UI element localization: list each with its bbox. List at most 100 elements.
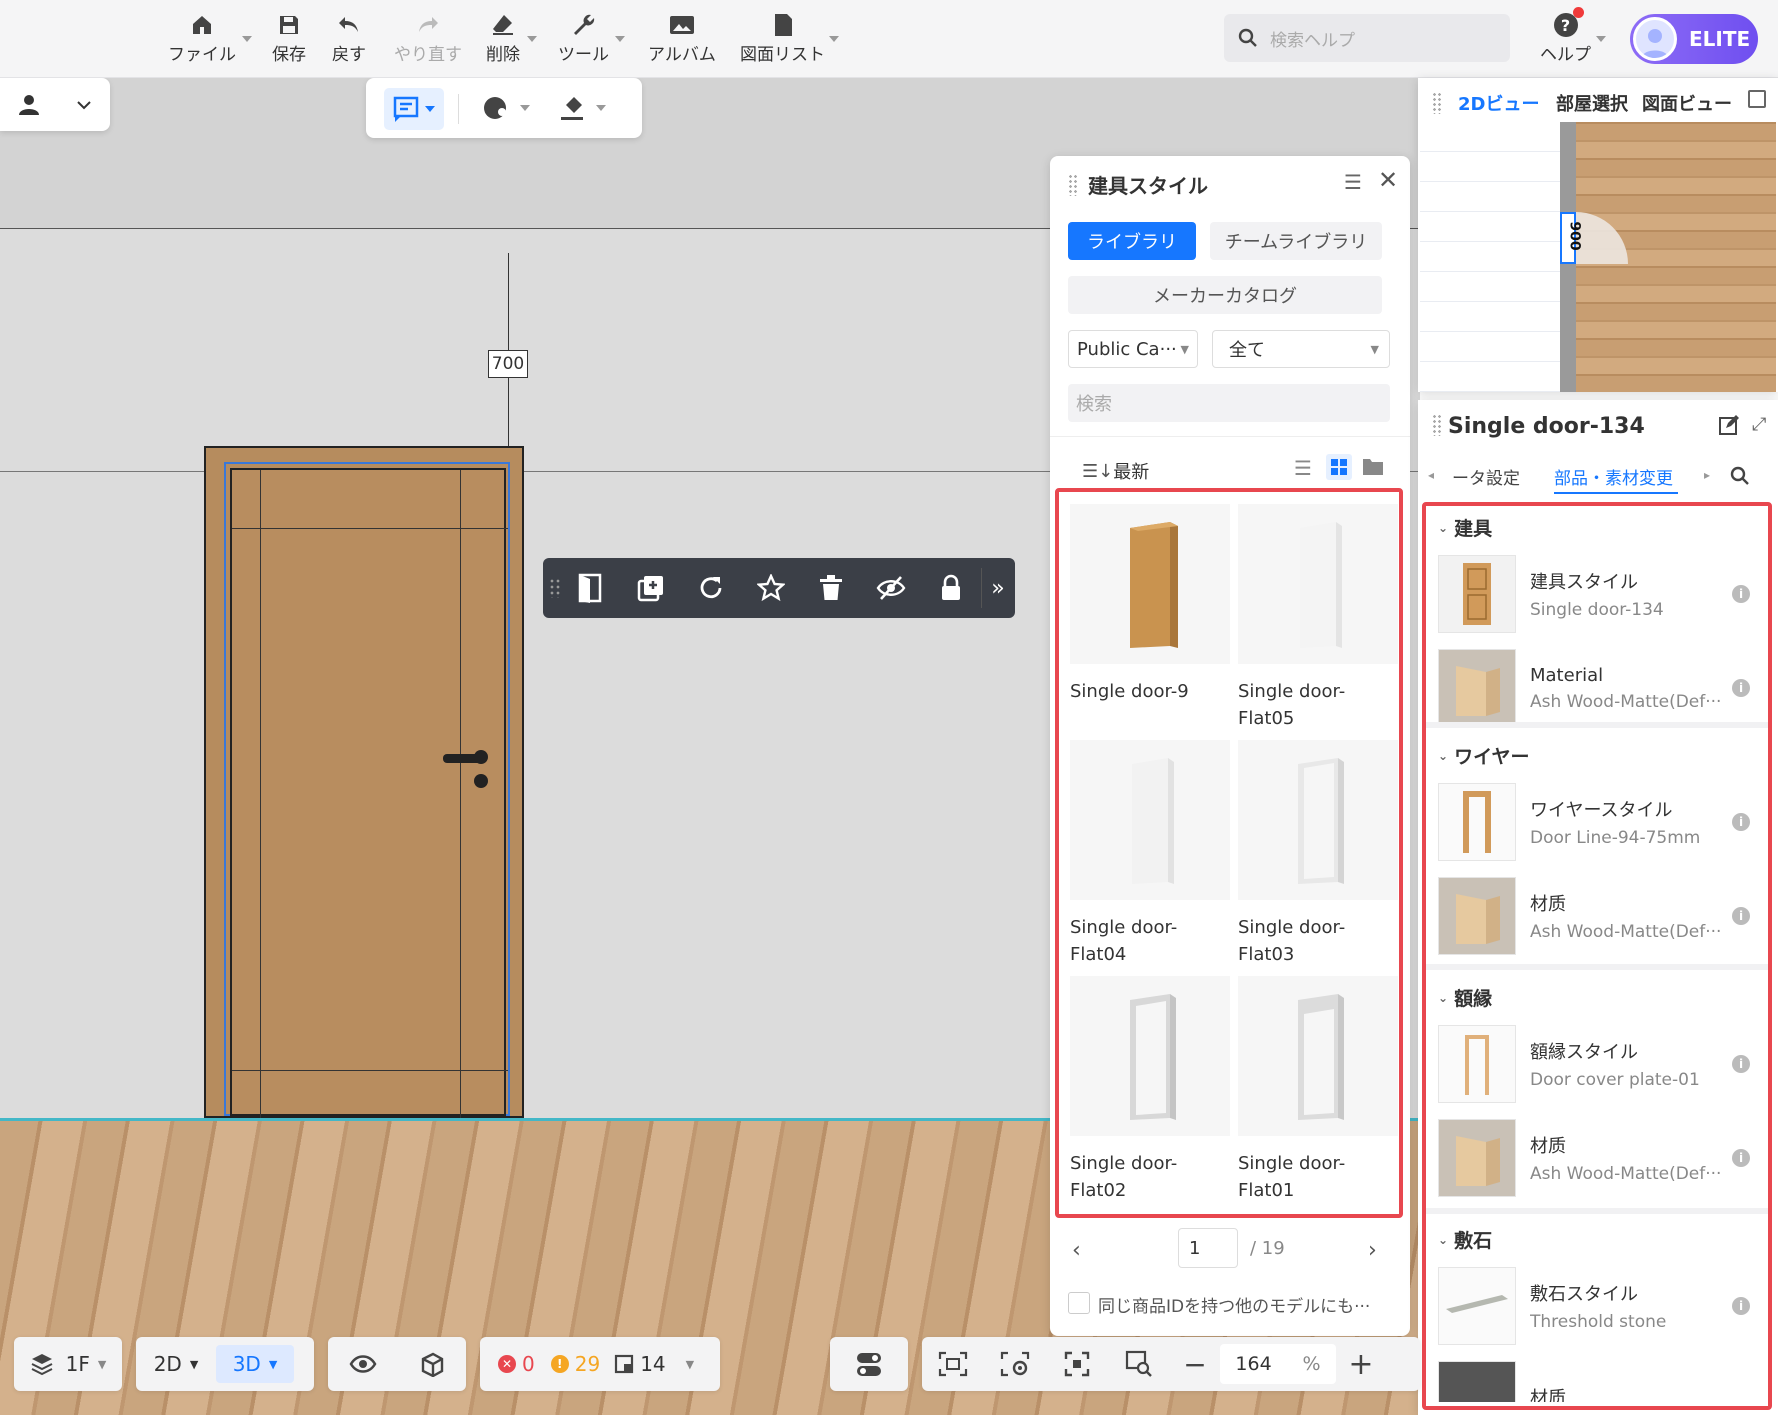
issue-counter[interactable]: ✕ 0 ! 29 14 ▼	[480, 1337, 720, 1391]
camera-selector[interactable]	[0, 78, 110, 131]
grid-view-icon[interactable]	[1326, 454, 1352, 480]
info-icon[interactable]: i	[1732, 585, 1750, 603]
list-view-icon[interactable]: ☰	[1294, 456, 1312, 480]
next-page-button[interactable]: ›	[1368, 1238, 1377, 1263]
cube-icon[interactable]	[419, 1351, 445, 1377]
scroll-right-icon[interactable]: ▸	[1704, 468, 1710, 482]
prop-wire-style[interactable]: ワイヤースタイル Door Line-94-75mm i	[1438, 782, 1758, 862]
library-item[interactable]: Single door-9	[1070, 504, 1230, 705]
focus-button[interactable]	[1046, 1351, 1108, 1377]
undo-button[interactable]: 戻す	[332, 10, 366, 65]
close-icon[interactable]: ✕	[1378, 166, 1398, 194]
floor-selector[interactable]: 1F ▼	[14, 1337, 122, 1391]
tab-parts-material[interactable]: 部品・素材変更	[1554, 464, 1673, 489]
zoom-level-input[interactable]: 164%	[1220, 1344, 1336, 1384]
annotation-tool[interactable]	[384, 88, 444, 130]
tab-maker-catalog[interactable]: メーカーカタログ	[1068, 276, 1382, 314]
tab-team-library[interactable]: チームライブラリ	[1210, 222, 1382, 260]
window-toggle-icon[interactable]	[1748, 90, 1766, 108]
drag-handle-icon[interactable]	[549, 578, 561, 598]
drag-handle-icon[interactable]	[1068, 174, 1078, 196]
prop-door-material[interactable]: Material Ash Wood-Matte(Def··· i	[1438, 648, 1758, 728]
chevron-down-icon[interactable]	[527, 36, 537, 42]
info-icon[interactable]: i	[1732, 1297, 1750, 1315]
info-icon[interactable]: i	[1732, 907, 1750, 925]
file-menu[interactable]: ファイル	[168, 10, 236, 65]
delete-object-button[interactable]	[801, 558, 861, 618]
apply-same-id-checkbox[interactable]	[1068, 1292, 1090, 1314]
lock-button[interactable]	[921, 558, 981, 618]
prop-door-style[interactable]: 建具スタイル Single door-134 i	[1438, 554, 1758, 634]
info-icon[interactable]: i	[1732, 1055, 1750, 1073]
info-icon[interactable]: i	[1732, 1149, 1750, 1167]
section-header[interactable]: ⌄ 建具	[1438, 514, 1758, 541]
favorite-button[interactable]	[741, 558, 801, 618]
delete-button[interactable]: 削除	[486, 10, 520, 65]
library-item[interactable]: Single door- Flat05	[1238, 504, 1398, 732]
library-search-input[interactable]: 検索	[1068, 384, 1390, 422]
album-button[interactable]: アルバム	[648, 10, 716, 65]
expand-icon[interactable]: ⤢	[1752, 414, 1766, 435]
library-item[interactable]: Single door- Flat04	[1070, 740, 1230, 968]
save-button[interactable]: 保存	[272, 10, 306, 65]
chevron-down-icon[interactable]	[615, 36, 625, 42]
mode-2d-button[interactable]: 2D ▼	[136, 1352, 216, 1376]
view-settings-button[interactable]	[984, 1351, 1046, 1377]
prop-threshold-style[interactable]: 敷石スタイル Threshold stone i	[1438, 1266, 1758, 1346]
prop-threshold-material[interactable]: 材质	[1438, 1360, 1758, 1402]
eye-icon[interactable]	[349, 1353, 377, 1375]
hide-button[interactable]	[861, 558, 921, 618]
help-menu[interactable]: ? ヘルプ	[1540, 10, 1591, 65]
mode-3d-button[interactable]: 3D ▼	[216, 1345, 294, 1383]
2d-map-canvas[interactable]: 900	[1420, 122, 1776, 392]
expand-toolbar-button[interactable]: »	[982, 558, 1014, 618]
section-header[interactable]: ⌄ ワイヤー	[1438, 742, 1758, 769]
door-swap-button[interactable]	[561, 558, 621, 618]
page-input[interactable]: 1	[1178, 1228, 1238, 1268]
sort-options-icon[interactable]: ☰	[1344, 170, 1362, 194]
tab-2d-view[interactable]: 2Dビュー	[1458, 90, 1539, 116]
section-header[interactable]: ⌄ 額縁	[1438, 984, 1758, 1011]
library-item[interactable]: Single door- Flat03	[1238, 740, 1398, 968]
sort-dropdown[interactable]: ☰↓ 最新	[1082, 458, 1149, 484]
prop-casing-style[interactable]: 額縁スタイル Door cover plate-01 i	[1438, 1024, 1758, 1104]
chevron-down-icon[interactable]	[242, 36, 252, 42]
folder-icon[interactable]	[1362, 456, 1384, 481]
chevron-down-icon[interactable]	[829, 36, 839, 42]
door-frame[interactable]	[204, 446, 524, 1118]
prop-casing-material[interactable]: 材质 Ash Wood-Matte(Def··· i	[1438, 1118, 1758, 1198]
tools-menu[interactable]: ツール	[558, 10, 609, 65]
render-style-tool[interactable]	[482, 94, 530, 122]
zoom-area-button[interactable]	[1108, 1350, 1170, 1378]
info-icon[interactable]: i	[1732, 813, 1750, 831]
edit-icon[interactable]	[1718, 414, 1740, 441]
drag-handle-icon[interactable]	[1432, 92, 1442, 114]
scroll-left-icon[interactable]: ◂	[1428, 468, 1434, 482]
help-search-input[interactable]: 検索ヘルプ	[1224, 14, 1510, 62]
info-icon[interactable]: i	[1732, 679, 1750, 697]
section-header[interactable]: ⌄ 敷石	[1438, 1226, 1758, 1253]
prop-wire-material[interactable]: 材质 Ash Wood-Matte(Def··· i	[1438, 876, 1758, 956]
tab-library[interactable]: ライブラリ	[1068, 222, 1196, 260]
redo-button[interactable]: やり直す	[394, 10, 462, 65]
material-brush-tool[interactable]	[558, 94, 606, 122]
library-item[interactable]: Single door- Flat02	[1070, 976, 1230, 1204]
category-select[interactable]: 全て ▼	[1212, 330, 1390, 368]
chevron-down-icon[interactable]	[1596, 36, 1606, 42]
search-icon[interactable]	[1730, 466, 1750, 491]
tab-drawing-view[interactable]: 図面ビュー	[1642, 90, 1732, 116]
tab-room-select[interactable]: 部屋選択	[1556, 90, 1628, 116]
settings-toggle[interactable]	[830, 1337, 908, 1391]
duplicate-button[interactable]	[621, 558, 681, 618]
user-badge[interactable]: ELITE	[1630, 14, 1758, 64]
drawing-list-menu[interactable]: 図面リスト	[740, 10, 825, 65]
fit-view-button[interactable]	[922, 1351, 984, 1377]
drag-handle-icon[interactable]	[1432, 414, 1442, 436]
rotate-button[interactable]	[681, 558, 741, 618]
prev-page-button[interactable]: ‹	[1072, 1238, 1081, 1263]
dimension-label[interactable]: 700	[488, 350, 528, 378]
catalog-select[interactable]: Public Ca··· ▼	[1068, 330, 1198, 368]
library-item[interactable]: Single door- Flat01	[1238, 976, 1398, 1204]
tab-data-settings[interactable]: ータ設定	[1452, 464, 1520, 489]
zoom-out-button[interactable]: −	[1170, 1348, 1220, 1381]
